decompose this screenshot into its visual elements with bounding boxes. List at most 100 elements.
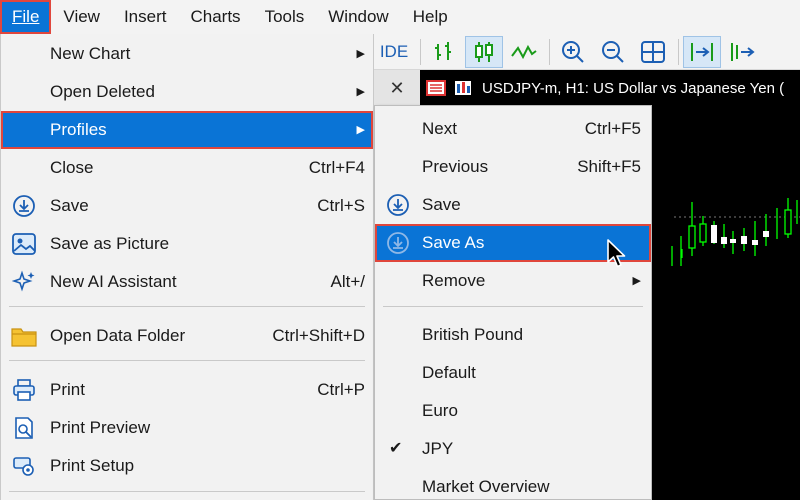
- menubar: File View Insert Charts Tools Window Hel…: [0, 0, 800, 34]
- menu-item-label: Close: [50, 158, 94, 177]
- menu-item-new-chart[interactable]: New Chart ▶: [1, 35, 373, 73]
- candle-body: [730, 239, 736, 243]
- zoom-in-icon[interactable]: [554, 36, 592, 68]
- menu-item-label: Market Overview: [422, 477, 550, 496]
- menu-item-label: Save: [422, 195, 461, 214]
- menu-item-label: Save as Picture: [50, 234, 170, 253]
- menu-item-label: Previous: [422, 157, 489, 176]
- toolbar: IDE: [374, 34, 800, 70]
- submenu-item-default[interactable]: Default: [375, 354, 651, 392]
- submenu-item-previous[interactable]: Previous Shift+F5: [375, 148, 651, 186]
- menu-item-shortcut: Alt+/: [330, 272, 366, 291]
- candle-body: [763, 231, 769, 237]
- menu-help[interactable]: Help: [401, 0, 460, 34]
- toolbar-separator: [420, 38, 421, 65]
- folder-icon: [11, 324, 37, 348]
- chart-tabstrip: ✕ USDJPY-m, H1: US Dollar vs Japanese Ye…: [374, 70, 800, 106]
- menu-charts[interactable]: Charts: [178, 0, 252, 34]
- autoscroll-icon[interactable]: [683, 35, 721, 68]
- menu-item-shortcut: Ctrl+S: [317, 196, 365, 215]
- toolbar-separator: [549, 38, 550, 65]
- menu-item-label: Profiles: [50, 120, 107, 139]
- menu-item-label: Open Deleted: [50, 82, 155, 101]
- menu-window[interactable]: Window: [316, 0, 400, 34]
- mouse-cursor-icon: [607, 239, 626, 268]
- toolbar-separator: [678, 38, 679, 65]
- menu-item-open-data-folder[interactable]: Open Data Folder Ctrl+Shift+D: [1, 317, 373, 355]
- candle-body: [711, 225, 717, 243]
- bar-chart-icon[interactable]: [425, 36, 463, 68]
- menu-item-shortcut: Ctrl+Shift+D: [272, 326, 365, 345]
- ide-button[interactable]: IDE: [374, 36, 414, 68]
- menu-item-profiles[interactable]: Profiles ▶: [1, 111, 373, 149]
- profiles-submenu: Next Ctrl+F5 Previous Shift+F5 Save Save…: [374, 105, 652, 500]
- line-chart-icon[interactable]: [505, 36, 543, 68]
- candle-body: [752, 240, 758, 245]
- menu-item-label: Save: [50, 196, 89, 215]
- menu-separator: [9, 306, 365, 307]
- menu-separator: [383, 306, 643, 307]
- menu-item-label: Print: [50, 380, 85, 399]
- menu-item-shortcut: Ctrl+F5: [584, 119, 641, 138]
- menu-view[interactable]: View: [51, 0, 112, 34]
- menu-item-shortcut: Ctrl+P: [317, 380, 365, 399]
- picture-icon: [11, 232, 37, 256]
- menu-item-label: Print Preview: [50, 418, 151, 437]
- chart-type-icon: [454, 80, 474, 96]
- candle-body: [688, 225, 696, 249]
- submenu-item-british-pound[interactable]: British Pound: [375, 316, 651, 354]
- tile-windows-icon[interactable]: [634, 36, 672, 68]
- zoom-out-icon[interactable]: [594, 36, 632, 68]
- menu-item-label: JPY: [422, 439, 454, 458]
- print-setup-icon: [11, 454, 37, 478]
- menu-separator: [9, 491, 365, 492]
- menu-tools[interactable]: Tools: [253, 0, 317, 34]
- chart-shift-icon[interactable]: [723, 36, 761, 68]
- menu-item-new-ai-assistant[interactable]: New AI Assistant Alt+/: [1, 263, 373, 301]
- menu-item-print-setup[interactable]: Print Setup: [1, 447, 373, 485]
- chart-window-icon: [426, 80, 446, 96]
- chart-tab[interactable]: USDJPY-m, H1: US Dollar vs Japanese Yen …: [420, 70, 800, 106]
- menu-item-print[interactable]: Print Ctrl+P: [1, 371, 373, 409]
- menu-item-label: New Chart: [50, 44, 131, 63]
- menu-item-label: New AI Assistant: [50, 272, 177, 291]
- save-icon: [385, 193, 411, 217]
- menu-item-open-deleted[interactable]: Open Deleted ▶: [1, 73, 373, 111]
- candle-body: [699, 223, 707, 243]
- save-icon: [11, 194, 37, 218]
- menu-insert[interactable]: Insert: [112, 0, 179, 34]
- menu-item-label: Save As: [422, 233, 485, 252]
- menu-file[interactable]: File: [0, 0, 52, 34]
- sparkle-icon: [11, 270, 37, 294]
- submenu-arrow-icon: ▶: [356, 124, 365, 136]
- candle-body: [784, 209, 792, 235]
- menu-item-shortcut: Ctrl+F4: [308, 158, 365, 177]
- submenu-item-next[interactable]: Next Ctrl+F5: [375, 110, 651, 148]
- chart-tab-title: USDJPY-m, H1: US Dollar vs Japanese Yen …: [482, 79, 785, 97]
- print-preview-icon: [11, 416, 37, 440]
- submenu-item-save[interactable]: Save: [375, 186, 651, 224]
- menu-item-label: British Pound: [422, 325, 524, 344]
- menu-item-save[interactable]: Save Ctrl+S: [1, 187, 373, 225]
- close-chart-button[interactable]: ✕: [374, 70, 420, 106]
- submenu-item-jpy[interactable]: ✔ JPY: [375, 430, 651, 468]
- menu-item-label: Euro: [422, 401, 458, 420]
- candle-body: [741, 236, 747, 244]
- submenu-arrow-icon: ▶: [356, 86, 365, 98]
- file-menu: New Chart ▶ Open Deleted ▶ Profiles ▶ Cl…: [0, 34, 374, 500]
- menu-item-label: Remove: [422, 271, 486, 290]
- candle-body: [721, 237, 727, 244]
- printer-icon: [11, 378, 37, 402]
- checkmark-icon: ✔: [389, 440, 403, 457]
- menu-item-label: Default: [422, 363, 476, 382]
- menu-item-close[interactable]: Close Ctrl+F4: [1, 149, 373, 187]
- menu-item-save-as-picture[interactable]: Save as Picture: [1, 225, 373, 263]
- submenu-item-market-overview[interactable]: Market Overview: [375, 468, 651, 500]
- candlestick-icon[interactable]: [465, 35, 503, 68]
- save-icon: [385, 231, 411, 255]
- menu-item-shortcut: Shift+F5: [577, 157, 641, 176]
- submenu-arrow-icon: ▶: [356, 48, 365, 60]
- menu-item-print-preview[interactable]: Print Preview: [1, 409, 373, 447]
- submenu-item-euro[interactable]: Euro: [375, 392, 651, 430]
- submenu-arrow-icon: ▶: [632, 275, 641, 287]
